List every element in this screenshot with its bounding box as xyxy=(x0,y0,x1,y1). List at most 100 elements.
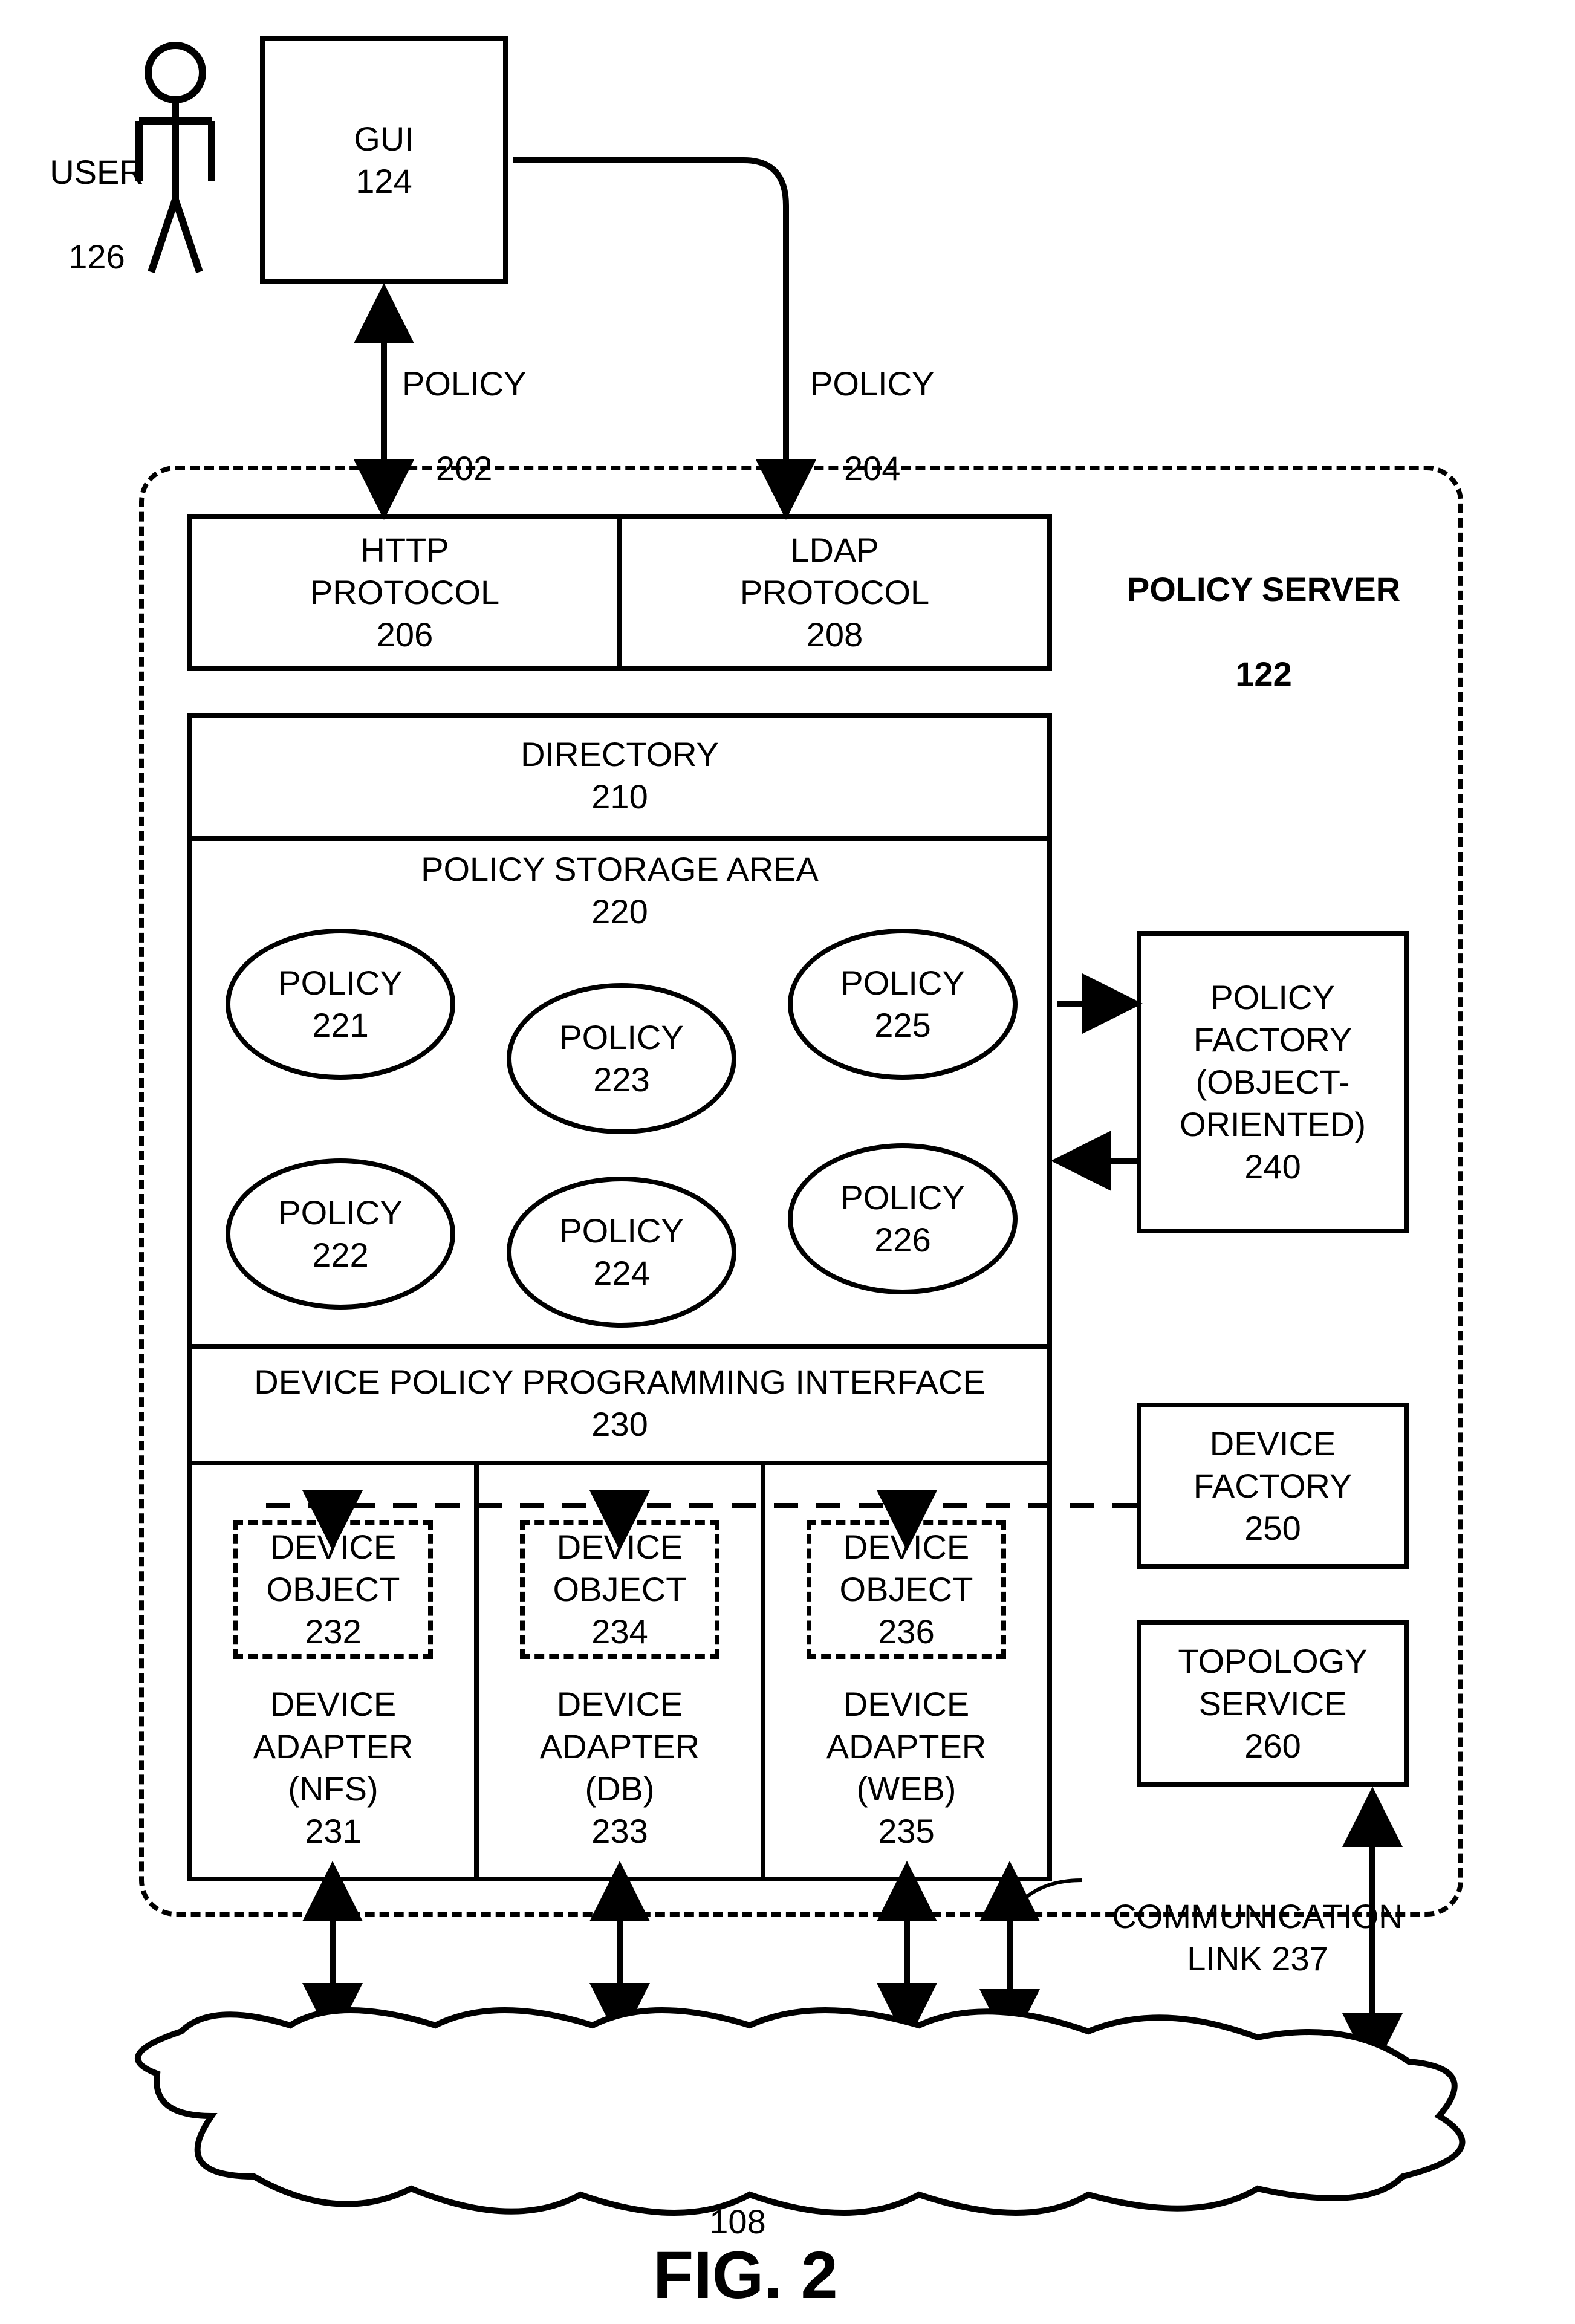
server-title-1: POLICY SERVER xyxy=(1127,570,1400,608)
device-factory-box: DEVICE FACTORY 250 xyxy=(1137,1403,1409,1569)
adapters-row: DEVICE OBJECT 232 DEVICE ADAPTER (NFS) 2… xyxy=(192,1465,1047,1877)
policy-226: POLICY 226 xyxy=(788,1143,1018,1294)
protocol-row: HTTP PROTOCOL 206 LDAP PROTOCOL 208 xyxy=(187,514,1052,671)
p225-l: POLICY xyxy=(840,962,964,1004)
da231-l1: DEVICE xyxy=(270,1683,397,1725)
gui-box: GUI 124 xyxy=(260,36,508,284)
policy-server-title: POLICY SERVER 122 xyxy=(1100,526,1427,695)
ldap-l1: LDAP xyxy=(790,529,878,571)
do234-n: 234 xyxy=(591,1611,648,1653)
policy-221: POLICY 221 xyxy=(226,929,455,1080)
dppi-label: DEVICE POLICY PROGRAMMING INTERFACE xyxy=(192,1361,1047,1403)
ts-n: 260 xyxy=(1244,1725,1301,1767)
pf-l3: (OBJECT- xyxy=(1195,1061,1349,1103)
directory-num: 210 xyxy=(192,776,1047,818)
do236-l2: OBJECT xyxy=(840,1568,973,1611)
device-object-232: DEVICE OBJECT 232 xyxy=(233,1520,433,1659)
p222-l: POLICY xyxy=(278,1192,402,1234)
p221-n: 221 xyxy=(312,1004,368,1047)
df-l1: DEVICE xyxy=(1210,1423,1336,1465)
da235-l1: DEVICE xyxy=(843,1683,970,1725)
ts-l2: SERVICE xyxy=(1199,1683,1347,1725)
do234-l1: DEVICE xyxy=(557,1526,683,1568)
comm-link-label: COMMUNICATION LINK 237 xyxy=(1076,1853,1439,1980)
network-text: NETWORK xyxy=(651,2118,824,2156)
http-l1: HTTP xyxy=(360,529,449,571)
p223-l: POLICY xyxy=(559,1016,683,1059)
adapter-233: DEVICE OBJECT 234 DEVICE ADAPTER (DB) 23… xyxy=(479,1465,765,1877)
adapter-231: DEVICE OBJECT 232 DEVICE ADAPTER (NFS) 2… xyxy=(192,1465,479,1877)
network-label: NETWORK 108 xyxy=(617,2074,859,2243)
storage-label: POLICY STORAGE AREA xyxy=(192,841,1047,891)
ldap-num: 208 xyxy=(807,614,863,656)
server-title-2: 122 xyxy=(1235,655,1291,693)
http-l2: PROTOCOL xyxy=(310,571,499,614)
da233-l1: DEVICE xyxy=(557,1683,683,1725)
figure-title: FIG. 2 xyxy=(653,2237,838,2314)
ts-l1: TOPOLOGY xyxy=(1178,1640,1367,1683)
do232-n: 232 xyxy=(305,1611,361,1653)
pf-l1: POLICY xyxy=(1210,976,1334,1019)
device-object-234: DEVICE OBJECT 234 xyxy=(520,1520,719,1659)
do236-n: 236 xyxy=(878,1611,934,1653)
user-label: USER 126 xyxy=(36,109,157,278)
p224-l: POLICY xyxy=(559,1210,683,1252)
http-num: 206 xyxy=(377,614,433,656)
df-l2: FACTORY xyxy=(1193,1465,1352,1507)
policy-223: POLICY 223 xyxy=(507,983,736,1134)
policy-222: POLICY 222 xyxy=(226,1158,455,1310)
main-column: DIRECTORY 210 POLICY STORAGE AREA 220 PO… xyxy=(187,713,1052,1881)
p221-l: POLICY xyxy=(278,962,402,1004)
policy-225: POLICY 225 xyxy=(788,929,1018,1080)
do234-l2: OBJECT xyxy=(553,1568,687,1611)
p222-n: 222 xyxy=(312,1234,368,1276)
do232-l2: OBJECT xyxy=(267,1568,400,1611)
directory-label: DIRECTORY xyxy=(192,733,1047,776)
dppi-num: 230 xyxy=(192,1403,1047,1446)
da231-l3: (NFS) xyxy=(288,1768,378,1810)
adapter-235: DEVICE OBJECT 236 DEVICE ADAPTER (WEB) 2… xyxy=(765,1465,1047,1877)
ldap-l2: PROTOCOL xyxy=(740,571,929,614)
pf-l4: ORIENTED) xyxy=(1180,1103,1366,1146)
storage-box: POLICY STORAGE AREA 220 POLICY 221 POLIC… xyxy=(192,841,1047,1349)
p226-l: POLICY xyxy=(840,1177,964,1219)
da233-l3: (DB) xyxy=(585,1768,654,1810)
http-box: HTTP PROTOCOL 206 xyxy=(192,519,622,666)
da233-l2: ADAPTER xyxy=(540,1725,700,1768)
da235-l2: ADAPTER xyxy=(826,1725,987,1768)
p226-n: 226 xyxy=(874,1219,930,1261)
p224-n: 224 xyxy=(593,1252,649,1294)
topology-service-box: TOPOLOGY SERVICE 260 xyxy=(1137,1620,1409,1787)
policy-204-text: POLICY xyxy=(810,365,934,403)
da231-n: 231 xyxy=(305,1810,361,1852)
policy-224: POLICY 224 xyxy=(507,1177,736,1328)
df-n: 250 xyxy=(1244,1507,1301,1550)
device-object-236: DEVICE OBJECT 236 xyxy=(807,1520,1006,1659)
pf-n: 240 xyxy=(1244,1146,1301,1188)
pf-l2: FACTORY xyxy=(1193,1019,1352,1061)
policy-202-text: POLICY xyxy=(402,365,526,403)
dppi-box: DEVICE POLICY PROGRAMMING INTERFACE 230 xyxy=(192,1349,1047,1465)
figure-text: FIG. 2 xyxy=(653,2238,838,2313)
user-text: USER xyxy=(50,153,144,191)
gui-label: GUI xyxy=(354,118,414,160)
policy-204-label: POLICY 204 xyxy=(810,320,934,490)
network-num: 108 xyxy=(709,2202,765,2241)
comm-link-text: COMMUNICATION LINK 237 xyxy=(1112,1897,1403,1978)
da235-n: 235 xyxy=(878,1810,934,1852)
arrow-gui-ldap xyxy=(513,160,786,514)
do236-l1: DEVICE xyxy=(843,1526,970,1568)
storage-num: 220 xyxy=(192,891,1047,933)
do232-l1: DEVICE xyxy=(270,1526,397,1568)
p225-n: 225 xyxy=(874,1004,930,1047)
policy-factory-box: POLICY FACTORY (OBJECT- ORIENTED) 240 xyxy=(1137,931,1409,1233)
p223-n: 223 xyxy=(593,1059,649,1101)
directory-box: DIRECTORY 210 xyxy=(192,718,1047,841)
gui-num: 124 xyxy=(356,160,412,203)
da235-l3: (WEB) xyxy=(857,1768,956,1810)
policy-202-label: POLICY 202 xyxy=(402,320,526,490)
user-num: 126 xyxy=(68,238,125,276)
ldap-box: LDAP PROTOCOL 208 xyxy=(622,519,1047,666)
da231-l2: ADAPTER xyxy=(253,1725,414,1768)
da233-n: 233 xyxy=(591,1810,648,1852)
